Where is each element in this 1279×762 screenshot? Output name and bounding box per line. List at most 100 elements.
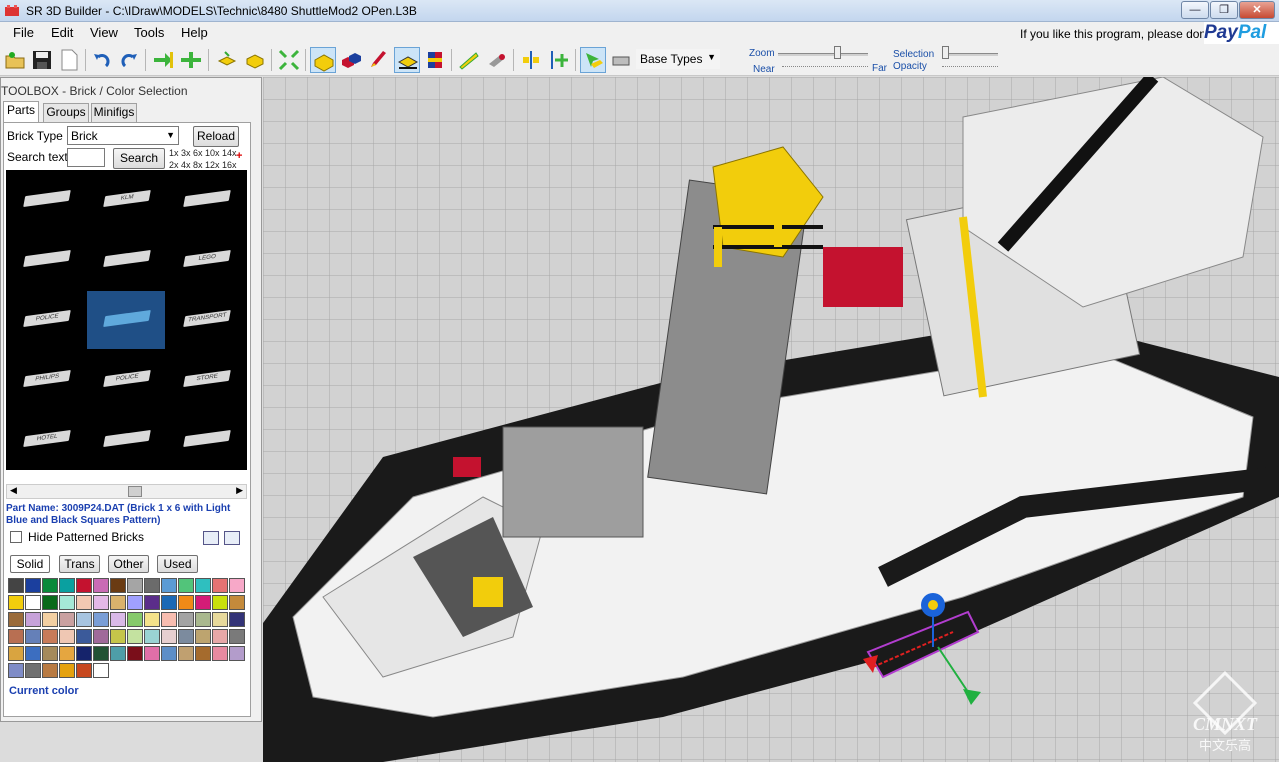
color-swatch[interactable] (229, 629, 245, 644)
brick-tool-2-button[interactable] (242, 47, 268, 73)
color-swatch[interactable] (212, 629, 228, 644)
tab-parts[interactable]: Parts (3, 101, 39, 123)
color-swatch[interactable] (76, 612, 92, 627)
color-swatch[interactable] (42, 629, 58, 644)
color-swatch[interactable] (110, 612, 126, 627)
brick-thumbnail[interactable] (167, 171, 245, 229)
color-swatch[interactable] (178, 578, 194, 593)
reload-button[interactable]: Reload (193, 126, 239, 147)
brick-type-dropdown[interactable]: Brick ▼ (67, 126, 179, 145)
menu-tools[interactable]: Tools (134, 25, 164, 40)
color-swatch[interactable] (195, 595, 211, 610)
grid-view-icon[interactable] (224, 531, 240, 545)
brick-thumbnail[interactable] (7, 171, 85, 229)
brick-thumbnail[interactable] (87, 411, 165, 469)
connect-tool-button[interactable] (484, 47, 510, 73)
color-swatch[interactable] (42, 578, 58, 593)
tab-groups[interactable]: Groups (43, 103, 89, 122)
brick-thumbnail[interactable]: STORE (167, 351, 245, 409)
select-tool-button[interactable] (580, 47, 606, 73)
color-swatch[interactable] (8, 612, 24, 627)
color-swatch[interactable] (76, 663, 92, 678)
selection-opacity-slider-thumb[interactable] (941, 46, 949, 59)
color-swatch[interactable] (76, 595, 92, 610)
color-swatch[interactable] (127, 578, 143, 593)
color-swatch[interactable] (178, 612, 194, 627)
color-tab-other[interactable]: Other (108, 555, 149, 573)
color-tab-trans[interactable]: Trans (59, 555, 100, 573)
clip-near-far-slider[interactable] (782, 66, 868, 67)
color-swatch[interactable] (110, 629, 126, 644)
color-swatch[interactable] (195, 629, 211, 644)
color-swatch[interactable] (195, 612, 211, 627)
color-swatch[interactable] (161, 595, 177, 610)
brick-thumbnail[interactable] (7, 231, 85, 289)
save-button[interactable] (29, 47, 55, 73)
center-tool-button[interactable] (546, 47, 572, 73)
add-size-icon[interactable]: + (236, 150, 242, 162)
color-swatch[interactable] (212, 595, 228, 610)
color-swatch[interactable] (161, 612, 177, 627)
color-swatch[interactable] (25, 663, 41, 678)
color-swatch[interactable] (144, 612, 160, 627)
3d-viewport[interactable] (263, 77, 1279, 762)
move-plus-button[interactable] (178, 47, 204, 73)
color-swatch[interactable] (144, 629, 160, 644)
list-view-icon[interactable] (203, 531, 219, 545)
brick-thumbnail[interactable]: HOTEL (7, 411, 85, 469)
color-swatch[interactable] (195, 646, 211, 661)
compress-view-button[interactable] (276, 47, 302, 73)
color-swatch[interactable] (178, 595, 194, 610)
move-right-button[interactable] (150, 47, 176, 73)
color-tab-solid[interactable]: Solid (10, 555, 50, 573)
color-swatch[interactable] (59, 629, 75, 644)
brick-thumbnail[interactable]: POLICE (7, 291, 85, 349)
brick-flat-button[interactable] (394, 47, 420, 73)
brick-mode-button[interactable] (310, 47, 336, 73)
menu-help[interactable]: Help (181, 25, 208, 40)
brick-thumbnail[interactable] (167, 411, 245, 469)
color-swatch[interactable] (25, 578, 41, 593)
color-swatch[interactable] (25, 629, 41, 644)
new-file-button[interactable] (56, 47, 82, 73)
undo-button[interactable] (89, 47, 115, 73)
color-swatch[interactable] (229, 646, 245, 661)
color-swatch[interactable] (42, 663, 58, 678)
color-swatch[interactable] (127, 646, 143, 661)
color-swatch[interactable] (161, 646, 177, 661)
color-swatch[interactable] (42, 612, 58, 627)
menu-edit[interactable]: Edit (51, 25, 73, 40)
3d-scene[interactable] (263, 77, 1279, 762)
selection-opacity-slider[interactable] (942, 53, 998, 56)
brick-thumbnail[interactable] (87, 291, 165, 349)
search-input[interactable] (67, 148, 105, 167)
color-swatch[interactable] (93, 663, 109, 678)
hide-patterned-checkbox[interactable] (10, 531, 22, 543)
color-swatch[interactable] (25, 595, 41, 610)
scroll-left-icon[interactable]: ◀ (10, 485, 17, 496)
brick-gallery-scrollbar[interactable]: ◀ ▶ (6, 484, 247, 499)
color-swatch[interactable] (144, 646, 160, 661)
color-swatch[interactable] (25, 646, 41, 661)
open-tool-button[interactable] (2, 47, 28, 73)
zoom-slider[interactable] (778, 53, 868, 56)
color-swatch[interactable] (229, 595, 245, 610)
align-tool-button[interactable] (518, 47, 544, 73)
color-swatch[interactable] (212, 578, 228, 593)
scroll-thumb[interactable] (128, 486, 142, 497)
color-swatch[interactable] (161, 629, 177, 644)
brick-thumbnail[interactable]: KLM (87, 171, 165, 229)
color-swatch[interactable] (59, 646, 75, 661)
menu-file[interactable]: File (13, 25, 34, 40)
brick-thumbnail[interactable]: PHILIPS (7, 351, 85, 409)
color-swatch[interactable] (229, 578, 245, 593)
color-swatch[interactable] (127, 629, 143, 644)
color-swatch[interactable] (93, 646, 109, 661)
color-swatch[interactable] (8, 629, 24, 644)
color-swatch[interactable] (127, 595, 143, 610)
search-button[interactable]: Search (113, 148, 165, 169)
color-swatch[interactable] (93, 578, 109, 593)
color-swatch[interactable] (8, 663, 24, 678)
minimize-button[interactable]: — (1181, 1, 1209, 19)
brick-tool-1-button[interactable] (214, 47, 240, 73)
